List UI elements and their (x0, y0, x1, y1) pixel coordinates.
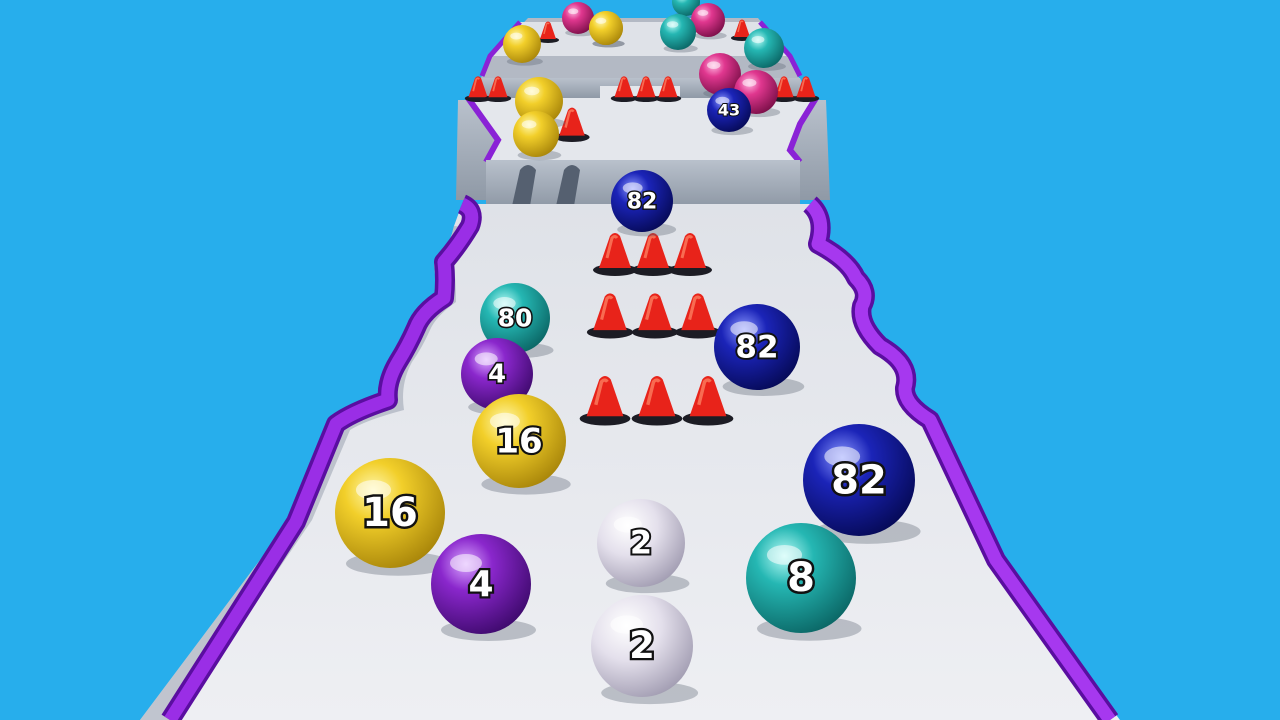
ball-number: 4 (488, 360, 506, 390)
ball-highlight (666, 21, 679, 28)
ball-number: 16 (495, 421, 542, 461)
ball-number: 82 (627, 189, 658, 214)
ball-highlight (706, 61, 721, 69)
ball-sphere (660, 14, 696, 50)
ball-highlight (742, 78, 757, 87)
ball-sphere (589, 11, 623, 45)
ball-highlight (568, 8, 579, 15)
ball-sphere (691, 3, 725, 37)
ball-number: 2 (629, 624, 655, 667)
ball-highlight (751, 36, 765, 44)
ball-highlight (524, 86, 540, 96)
ball-sphere (503, 25, 541, 63)
ball-highlight (521, 120, 537, 129)
ball-number: 82 (831, 457, 887, 503)
ball-number: 2 (630, 524, 652, 562)
ball-number: 80 (498, 303, 533, 332)
ball-highlight (595, 17, 607, 24)
game-scene: 43 82 80 82 4 16 82 16 2 8 4 2 (0, 0, 1280, 720)
ball-number: 8 (787, 555, 815, 601)
ball-number: 16 (362, 490, 418, 536)
ball-number: 43 (718, 100, 740, 119)
ball-number: 82 (735, 329, 778, 365)
ball-number: 4 (468, 564, 493, 605)
ball-sphere (513, 111, 559, 157)
ball-sphere (744, 28, 784, 68)
ball-highlight (510, 32, 523, 40)
ball-highlight (697, 9, 709, 16)
